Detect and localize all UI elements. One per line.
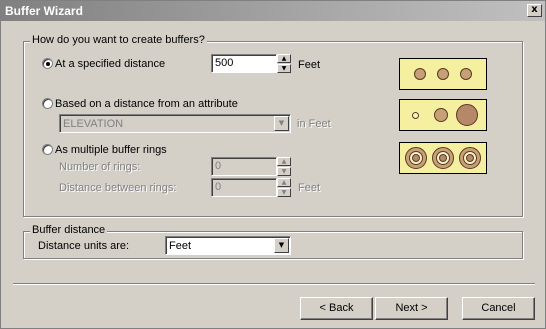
next-button[interactable]: Next > [375, 297, 448, 320]
window-title: Buffer Wizard [5, 4, 83, 18]
attribute-field-value: ELEVATION [63, 118, 124, 130]
preview-attribute-distance [399, 99, 487, 131]
spin-down-icon[interactable]: ▼ [277, 64, 291, 73]
rings-distance-label: Distance between rings: [59, 182, 177, 194]
label-specified-distance[interactable]: At a specified distance [55, 58, 165, 70]
rings-distance-input[interactable]: 0 [211, 178, 277, 197]
close-button[interactable]: x [527, 4, 542, 17]
buffer-ring-inner [466, 154, 474, 162]
rings-distance-units-label: Feet [298, 182, 321, 194]
buffer-ring-inner [439, 154, 447, 162]
chevron-down-icon[interactable]: ▼ [274, 116, 289, 131]
distance-spinner[interactable]: ▲ ▼ [277, 54, 291, 73]
title-bar: Buffer Wizard x [1, 1, 545, 21]
buffer-circle [437, 68, 449, 80]
attribute-field-select[interactable]: ELEVATION ▼ [59, 114, 291, 133]
buffer-circle [460, 68, 472, 80]
attribute-units-label: in Feet [297, 118, 331, 130]
buffer-ring-inner [412, 154, 420, 162]
preview-multiple-rings [399, 142, 487, 174]
close-icon: x [531, 4, 538, 15]
buffer-circle [434, 108, 448, 122]
chevron-down-icon[interactable]: ▼ [274, 238, 289, 253]
cancel-button[interactable]: Cancel [462, 297, 535, 320]
radio-attribute-distance[interactable] [42, 98, 53, 109]
spin-down-icon[interactable]: ▼ [277, 167, 291, 176]
label-attribute-distance[interactable]: Based on a distance from an attribute [55, 98, 238, 110]
rings-distance-spinner[interactable]: ▲ ▼ [277, 178, 291, 197]
label-multiple-rings[interactable]: As multiple buffer rings [55, 144, 167, 156]
radio-multiple-rings[interactable] [42, 144, 53, 155]
distance-input[interactable]: 500 [211, 54, 277, 73]
separator [13, 283, 535, 285]
buffer-circle [456, 104, 478, 126]
distance-units-select[interactable]: Feet ▼ [165, 236, 291, 255]
spin-down-icon[interactable]: ▼ [277, 188, 291, 197]
spin-up-icon[interactable]: ▲ [277, 54, 291, 63]
distance-units-label: Feet [298, 59, 321, 71]
create-buffers-legend: How do you want to create buffers? [30, 34, 207, 46]
back-button[interactable]: < Back [300, 297, 373, 320]
buffer-circle [412, 112, 419, 119]
buffer-circle [414, 68, 426, 80]
distance-units-are-label: Distance units are: [38, 240, 130, 252]
spin-up-icon[interactable]: ▲ [277, 178, 291, 187]
rings-count-spinner[interactable]: ▲ ▼ [277, 157, 291, 176]
buffer-wizard-window: Buffer Wizard x How do you want to creat… [0, 0, 546, 329]
spin-up-icon[interactable]: ▲ [277, 157, 291, 166]
rings-count-label: Number of rings: [59, 161, 141, 173]
buffer-distance-legend: Buffer distance [30, 224, 108, 236]
rings-count-input[interactable]: 0 [211, 157, 277, 176]
distance-units-value: Feet [169, 240, 192, 252]
preview-fixed-distance [399, 58, 487, 90]
radio-specified-distance[interactable] [42, 58, 53, 69]
